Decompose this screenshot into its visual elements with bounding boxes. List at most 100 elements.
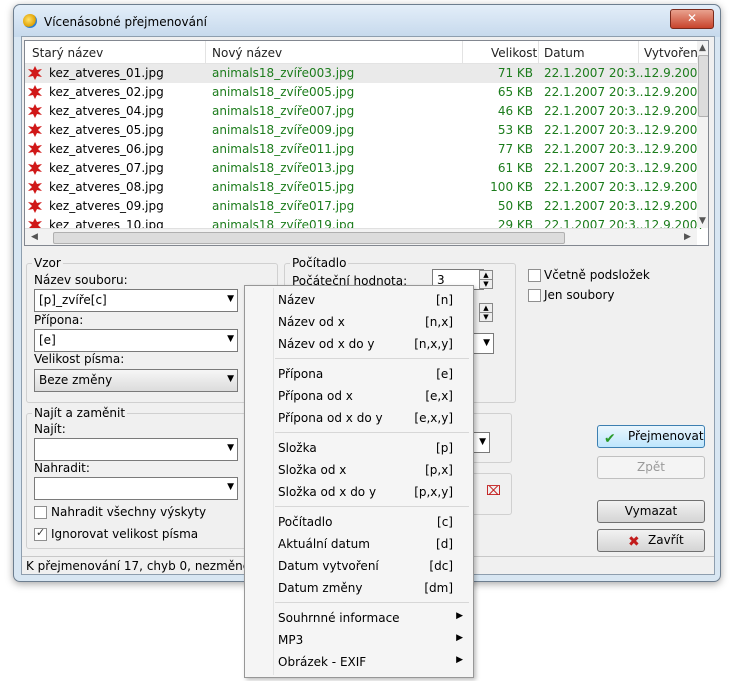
close-window-button[interactable]: ✕: [670, 9, 714, 29]
status-text: K přejmenování 17, chyb 0, nezměněno 0: [26, 559, 277, 573]
menu-item[interactable]: MP3 ▶: [245, 629, 473, 651]
table-row[interactable]: kez_atveres_08.jpg animals18_zvíře015.jpg…: [25, 178, 708, 197]
table-row[interactable]: kez_atveres_07.jpg animals18_zvíře013.jpg…: [25, 159, 708, 178]
menu-item[interactable]: Přípona od x do y [e,x,y]: [245, 407, 473, 429]
title-bar: Vícenásobné přejmenování ✕: [14, 5, 720, 37]
header-divider[interactable]: [462, 41, 463, 63]
table-row[interactable]: kez_atveres_04.jpg animals18_zvíře007.jpg…: [25, 102, 708, 121]
menu-item-label: Název od x: [278, 315, 345, 329]
table-row[interactable]: kez_atveres_05.jpg animals18_zvíře009.jpg…: [25, 121, 708, 140]
menu-item-label: Název: [278, 293, 316, 307]
menu-item[interactable]: Datum vytvoření [dc]: [245, 555, 473, 577]
close-button[interactable]: ✖ Zavřít: [597, 529, 705, 552]
find-replace-group-label: Najít a zaměnit: [32, 406, 128, 420]
table-row[interactable]: kez_atveres_06.jpg animals18_zvíře011.jpg…: [25, 140, 708, 159]
menu-item-token: [n,x]: [425, 315, 453, 329]
spin-down-icon[interactable]: ▼: [479, 312, 493, 322]
subfolders-checkbox[interactable]: [528, 269, 541, 282]
chevron-down-icon[interactable]: ▼: [227, 334, 234, 344]
extension-label: Přípona:: [34, 313, 84, 327]
menu-item[interactable]: Název [n]: [245, 289, 473, 311]
menu-item-label: Přípona: [278, 367, 324, 381]
extension-combo[interactable]: [e] ▼: [34, 329, 238, 352]
filename-combo[interactable]: [p]_zvíře[c] ▼: [34, 289, 238, 312]
old-name-cell: kez_atveres_07.jpg: [49, 161, 164, 175]
back-button[interactable]: Zpět: [597, 456, 705, 479]
new-name-cell: animals18_zvíře007.jpg: [212, 104, 355, 118]
case-combo[interactable]: Beze změny ▼: [34, 369, 238, 392]
menu-item[interactable]: Název od x do y [n,x,y]: [245, 333, 473, 355]
replace-all-label: Nahradit všechny výskyty: [51, 505, 207, 519]
menu-item[interactable]: Přípona od x [e,x]: [245, 385, 473, 407]
chevron-down-icon[interactable]: ▼: [227, 294, 234, 304]
size-cell: 65 KB: [497, 85, 533, 99]
menu-separator: [275, 432, 469, 433]
header-old-name[interactable]: Starý název: [32, 46, 103, 60]
menu-separator: [275, 506, 469, 507]
table-row[interactable]: kez_atveres_02.jpg animals18_zvíře005.jpg…: [25, 83, 708, 102]
clear-list-icon[interactable]: ⌧: [486, 484, 501, 499]
menu-item-label: Aktuální datum: [278, 537, 370, 551]
horizontal-scrollbar[interactable]: ◀ ▶: [25, 228, 697, 245]
menu-item[interactable]: Složka [p]: [245, 437, 473, 459]
menu-separator: [275, 358, 469, 359]
old-name-cell: kez_atveres_08.jpg: [49, 180, 164, 194]
image-file-icon: [28, 66, 42, 80]
scroll-right-icon[interactable]: ▶: [684, 232, 691, 242]
size-cell: 53 KB: [497, 123, 533, 137]
menu-item[interactable]: Počítadlo [c]: [245, 511, 473, 533]
header-new-name[interactable]: Nový název: [212, 46, 282, 60]
menu-item[interactable]: Složka od x do y [p,x,y]: [245, 481, 473, 503]
filename-label: Název souboru:: [34, 273, 128, 287]
submenu-arrow-icon: ▶: [456, 611, 463, 621]
menu-item[interactable]: Přípona [e]: [245, 363, 473, 385]
header-divider[interactable]: [638, 41, 639, 63]
chevron-down-icon[interactable]: ▼: [227, 482, 234, 492]
image-file-icon: [28, 104, 42, 118]
menu-item[interactable]: Obrázek - EXIF ▶: [245, 651, 473, 673]
date-cell: 22.1.2007 20:3...: [544, 161, 648, 175]
scroll-down-icon[interactable]: ▼: [699, 216, 706, 226]
vertical-scrollbar[interactable]: ▲ ▼: [697, 41, 708, 228]
replace-all-checkbox[interactable]: [34, 506, 47, 519]
menu-item[interactable]: Datum změny [dm]: [245, 577, 473, 599]
menu-item-token: [p]: [436, 441, 453, 455]
clear-button[interactable]: Vymazat: [597, 500, 705, 523]
image-file-icon: [28, 85, 42, 99]
submenu-arrow-icon: ▶: [456, 633, 463, 643]
replace-combo[interactable]: ▼: [34, 477, 238, 500]
scroll-left-icon[interactable]: ◀: [31, 232, 38, 242]
rename-button[interactable]: ✔ Přejmenovat: [597, 425, 705, 448]
table-row[interactable]: kez_atveres_01.jpg animals18_zvíře003.jpg…: [25, 64, 708, 83]
date-cell: 22.1.2007 20:3...: [544, 180, 648, 194]
file-list[interactable]: Starý název Nový název Velikost Datum Vy…: [24, 40, 709, 246]
spin-down-icon[interactable]: ▼: [479, 279, 493, 289]
menu-item-token: [e,x]: [425, 389, 453, 403]
find-combo[interactable]: ▼: [34, 438, 238, 461]
scroll-up-icon[interactable]: ▲: [699, 43, 706, 53]
menu-item-label: Souhrnné informace: [278, 611, 400, 625]
old-name-cell: kez_atveres_09.jpg: [49, 199, 164, 213]
header-divider[interactable]: [205, 41, 206, 63]
case-label: Velikost písma:: [34, 352, 125, 366]
header-size[interactable]: Velikost: [491, 46, 537, 60]
chevron-down-icon[interactable]: ▼: [227, 374, 234, 384]
menu-item[interactable]: Aktuální datum [d]: [245, 533, 473, 555]
vertical-scroll-thumb[interactable]: [698, 55, 708, 117]
menu-item[interactable]: Název od x [n,x]: [245, 311, 473, 333]
files-only-checkbox[interactable]: [528, 289, 541, 302]
chevron-down-icon[interactable]: ▼: [479, 437, 486, 447]
ignore-case-checkbox[interactable]: [34, 526, 47, 541]
chevron-down-icon[interactable]: ▼: [483, 338, 490, 348]
menu-item[interactable]: Souhrnné informace ▶: [245, 607, 473, 629]
header-created[interactable]: Vytvořeno: [644, 46, 705, 60]
chevron-down-icon[interactable]: ▼: [227, 443, 234, 453]
menu-item-label: Datum vytvoření: [278, 559, 379, 573]
header-date[interactable]: Datum: [544, 46, 585, 60]
date-cell: 22.1.2007 20:3...: [544, 66, 648, 80]
menu-item[interactable]: Složka od x [p,x]: [245, 459, 473, 481]
table-row[interactable]: kez_atveres_09.jpg animals18_zvíře017.jpg…: [25, 197, 708, 216]
horizontal-scroll-thumb[interactable]: [53, 232, 565, 244]
header-divider[interactable]: [538, 41, 539, 63]
image-file-icon: [28, 123, 42, 137]
